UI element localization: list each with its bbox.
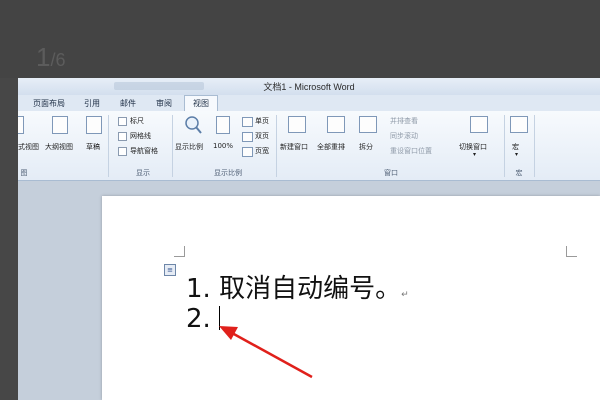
- red-arrow-annotation: [219, 326, 313, 379]
